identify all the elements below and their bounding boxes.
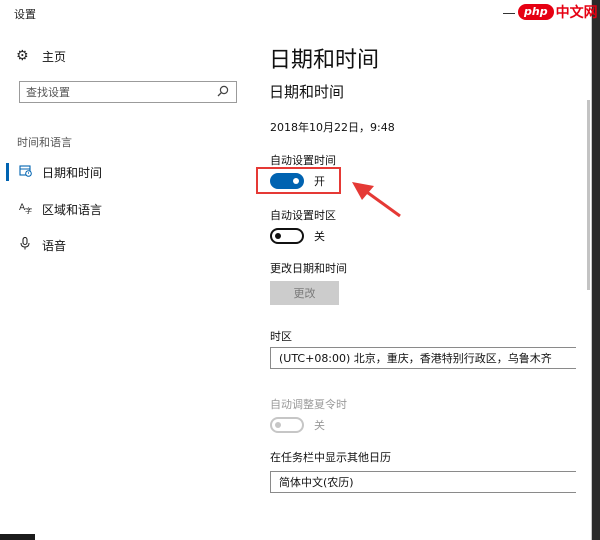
other-calendar-value: 简体中文(农历) [279,476,354,489]
main-content: 日期和时间 日期和时间 2018年10月22日，9:48 自动设置时间 开 自动… [256,28,576,540]
change-datetime-button[interactable]: 更改 [270,281,339,305]
background-taskbar [0,534,35,540]
toggle-knob [275,422,281,428]
dst-label: 自动调整夏令时 [270,398,347,411]
selection-indicator [6,163,9,181]
svg-text:字: 字 [25,206,32,214]
auto-timezone-row: 关 [270,226,325,246]
dst-state: 关 [314,419,325,432]
title-bar: 设置 [0,0,591,28]
minimize-button[interactable] [500,4,518,18]
section-title: 日期和时间 [269,83,345,101]
search-box [19,81,237,103]
toggle-knob [275,233,281,239]
auto-time-state: 开 [314,175,325,188]
annotation-arrow-icon [352,182,401,218]
nav-section-title: 时间和语言 [17,136,72,149]
other-calendar-select[interactable]: 简体中文(农历) [270,471,576,493]
sidebar-item-region-language[interactable]: A字 区域和语言 [0,198,256,220]
sidebar: ⚙ 主页 时间和语言 日期和时间 A字 区域和语言 [0,28,256,540]
sidebar-item-date-time[interactable]: 日期和时间 [0,161,256,183]
nav-home[interactable]: ⚙ 主页 [16,46,66,66]
toggle-knob [293,178,299,184]
nav-home-label: 主页 [42,49,67,64]
auto-timezone-toggle[interactable] [270,228,304,244]
sidebar-item-label: 日期和时间 [42,165,103,180]
timezone-label: 时区 [270,330,292,343]
auto-time-label: 自动设置时间 [270,154,336,167]
window-title: 设置 [14,8,36,21]
auto-timezone-label: 自动设置时区 [270,209,336,222]
search-icon[interactable] [216,85,230,100]
sidebar-item-label: 区域和语言 [42,202,103,217]
current-datetime: 2018年10月22日，9:48 [270,121,395,134]
dst-row: 关 [270,415,325,435]
timezone-value: (UTC+08:00) 北京，重庆，香港特别行政区，乌鲁木齐 [279,352,552,365]
auto-timezone-state: 关 [314,230,325,243]
page-title: 日期和时间 [269,48,380,73]
auto-time-toggle[interactable] [270,173,304,189]
dst-toggle [270,417,304,433]
calendar-clock-icon [18,164,32,180]
auto-time-row: 开 [270,171,325,191]
watermark-text: 中文网 [555,4,598,20]
watermark-logo: php 中文网 [518,0,598,24]
timezone-select[interactable]: (UTC+08:00) 北京，重庆，香港特别行政区，乌鲁木齐 [270,347,576,369]
region-language-icon: A字 [18,201,32,217]
sidebar-item-speech[interactable]: 语音 [0,234,256,256]
settings-window: 设置 ⚙ 主页 时间和语言 日期和时间 A字 区域和语言 [0,0,592,540]
change-datetime-label: 更改日期和时间 [270,262,347,275]
scrollbar[interactable] [587,100,590,290]
sidebar-item-label: 语音 [42,238,67,253]
gear-icon: ⚙ [16,48,29,64]
other-calendar-label: 在任务栏中显示其他日历 [270,451,391,464]
watermark-badge: php [518,4,554,20]
search-input[interactable] [20,85,206,99]
microphone-icon [18,236,32,253]
